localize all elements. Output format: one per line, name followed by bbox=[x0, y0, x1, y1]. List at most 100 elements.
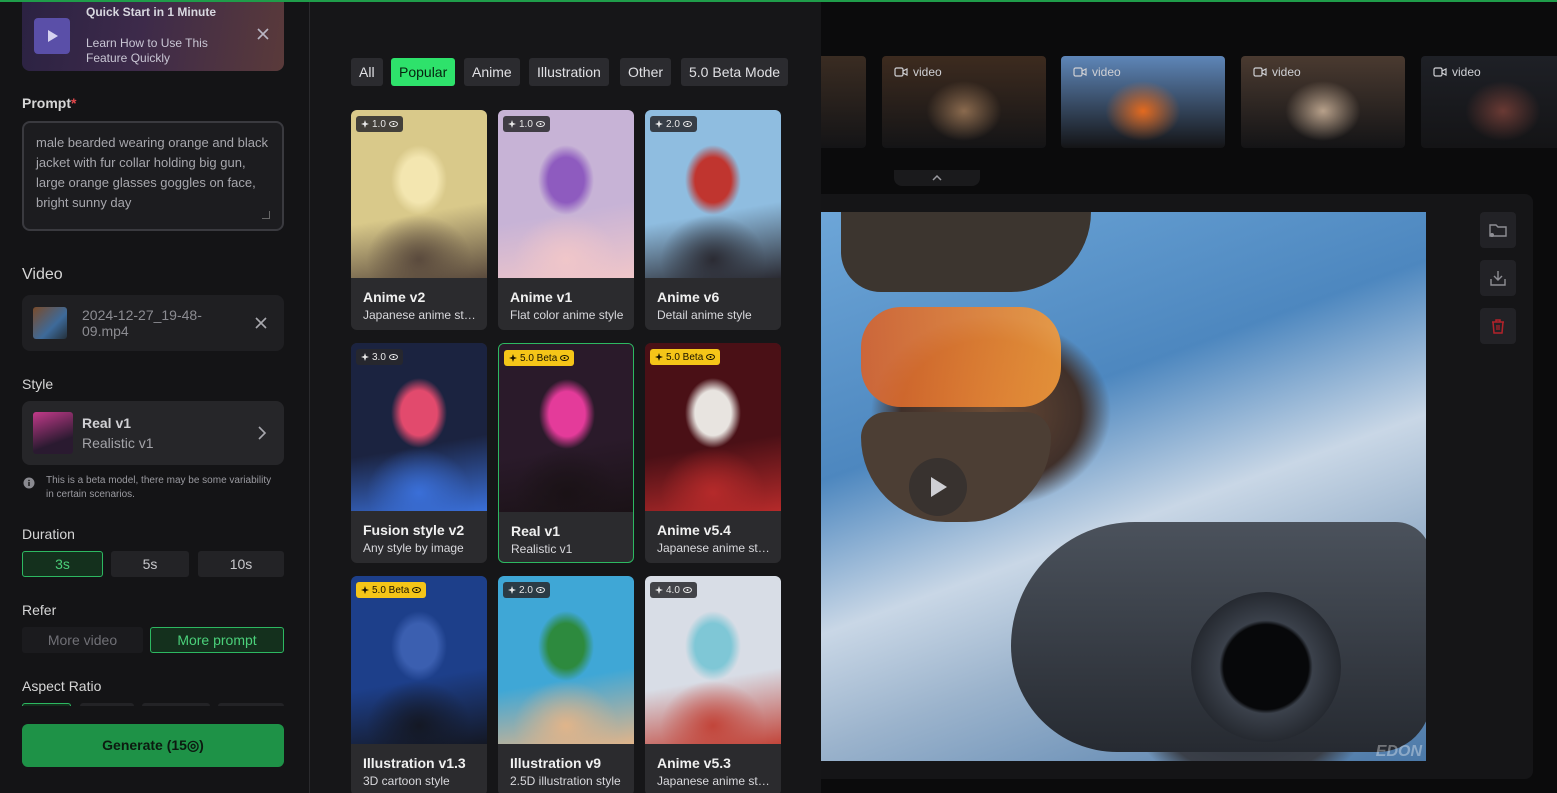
version-badge: 5.0 Beta bbox=[356, 582, 427, 598]
style-card[interactable]: 2.0 Illustration v9 2.5D illustration styl… bbox=[498, 576, 634, 793]
resize-handle[interactable] bbox=[262, 211, 270, 219]
duration-5s-button[interactable]: 5s bbox=[111, 551, 189, 577]
style-card-title: Anime v6 bbox=[657, 289, 720, 305]
video-label: Video bbox=[22, 266, 63, 283]
preview-goggles-shape bbox=[861, 307, 1061, 407]
eye-icon bbox=[535, 121, 545, 127]
version-badge: 3.0 bbox=[356, 349, 403, 365]
video-tag: video bbox=[1073, 65, 1121, 79]
play-icon[interactable] bbox=[34, 18, 70, 54]
style-label: Style bbox=[22, 376, 54, 392]
download-button[interactable] bbox=[1480, 260, 1516, 296]
video-thumbnail bbox=[33, 307, 67, 339]
style-preview-image bbox=[498, 110, 634, 278]
eye-icon bbox=[412, 587, 422, 593]
generate-button[interactable]: Generate (15◎) bbox=[22, 724, 284, 767]
sparkle-icon bbox=[655, 120, 663, 128]
quick-start-subtitle: Learn How to Use This Feature Quickly bbox=[86, 36, 208, 65]
style-selector[interactable]: Real v1 Realistic v1 bbox=[22, 401, 284, 465]
tab-5-0-beta-mode[interactable]: 5.0 Beta Mode bbox=[681, 58, 789, 86]
tab-illustration[interactable]: Illustration bbox=[529, 58, 609, 86]
eye-icon bbox=[682, 587, 692, 593]
video-file-name: 2024-12-27_19-48-09.mp4 bbox=[82, 307, 202, 339]
version-badge: 1.0 bbox=[503, 116, 550, 132]
style-card[interactable]: 2.0 Anime v6 Detail anime style bbox=[645, 110, 781, 330]
video-history-item[interactable]: video bbox=[1421, 56, 1557, 148]
close-icon[interactable] bbox=[256, 27, 270, 41]
style-card[interactable]: 1.0 Anime v1 Flat color anime style bbox=[498, 110, 634, 330]
folder-icon bbox=[1489, 224, 1507, 237]
style-card[interactable]: 5.0 Beta Illustration v1.3 3D cartoon styl… bbox=[351, 576, 487, 793]
version-text: 5.0 Beta bbox=[666, 351, 704, 363]
style-card-title: Real v1 bbox=[511, 523, 561, 539]
tab-anime[interactable]: Anime bbox=[464, 58, 520, 86]
remove-video-icon[interactable] bbox=[254, 316, 268, 330]
sparkle-icon bbox=[361, 586, 369, 594]
trash-icon bbox=[1492, 319, 1504, 334]
delete-button[interactable] bbox=[1480, 308, 1516, 344]
sparkle-icon bbox=[508, 120, 516, 128]
video-preview-panel: EDON bbox=[821, 194, 1533, 779]
style-card-title: Anime v5.3 bbox=[657, 755, 731, 771]
play-icon bbox=[931, 477, 947, 497]
style-thumbnail bbox=[33, 412, 73, 454]
version-text: 4.0 bbox=[666, 584, 680, 596]
style-preview-image bbox=[645, 110, 781, 278]
settings-sidebar: Quick Start in 1 Minute Learn How to Use… bbox=[0, 0, 309, 793]
video-tag-text: video bbox=[913, 65, 942, 79]
version-text: 3.0 bbox=[372, 351, 386, 363]
video-history-item[interactable]: video bbox=[1061, 56, 1225, 148]
style-card-title: Anime v5.4 bbox=[657, 522, 731, 538]
video-preview[interactable]: EDON bbox=[821, 212, 1426, 761]
refer-options: More video More prompt bbox=[22, 627, 284, 653]
style-name: Real v1 bbox=[82, 415, 132, 431]
video-camera-icon bbox=[1073, 67, 1087, 77]
style-card-subtitle: Realistic v1 bbox=[511, 542, 573, 556]
style-card-subtitle: Detail anime style bbox=[657, 308, 752, 322]
version-text: 2.0 bbox=[666, 118, 680, 130]
watermark: EDON bbox=[1375, 743, 1422, 760]
style-preview-image bbox=[351, 343, 487, 511]
duration-3s-button[interactable]: 3s bbox=[22, 551, 103, 577]
version-text: 2.0 bbox=[519, 584, 533, 596]
eye-icon bbox=[388, 354, 398, 360]
tab-popular[interactable]: Popular bbox=[391, 58, 456, 86]
preview-hair-shape bbox=[841, 212, 1091, 292]
style-card-subtitle: Japanese anime style bbox=[363, 308, 477, 322]
aspect-ratio-label: Aspect Ratio bbox=[22, 678, 102, 694]
style-card-subtitle: Any style by image bbox=[363, 541, 464, 555]
open-folder-button[interactable] bbox=[1480, 212, 1516, 248]
video-history-item[interactable]: video bbox=[882, 56, 1046, 148]
video-tag: video bbox=[1253, 65, 1301, 79]
style-card[interactable]: 3.0 Fusion style v2 Any style by image bbox=[351, 343, 487, 563]
prompt-label: Prompt* bbox=[22, 95, 77, 111]
version-badge: 1.0 bbox=[356, 116, 403, 132]
sparkle-icon bbox=[509, 354, 517, 362]
style-preview-image bbox=[499, 344, 633, 512]
quick-start-banner[interactable]: Quick Start in 1 Minute Learn How to Use… bbox=[22, 0, 284, 71]
more-video-button[interactable]: More video bbox=[22, 627, 143, 653]
style-card[interactable]: 1.0 Anime v2 Japanese anime style bbox=[351, 110, 487, 330]
version-badge: 2.0 bbox=[650, 116, 697, 132]
duration-label: Duration bbox=[22, 526, 75, 542]
prompt-input[interactable]: male bearded wearing orange and black ja… bbox=[22, 121, 284, 231]
eye-icon bbox=[706, 354, 716, 360]
collapse-strip-button[interactable] bbox=[894, 170, 980, 186]
tab-all[interactable]: All bbox=[351, 58, 383, 86]
tab-other[interactable]: Other bbox=[620, 58, 672, 86]
style-card-subtitle: Japanese anime style bbox=[657, 774, 771, 788]
chevron-up-icon bbox=[932, 174, 942, 181]
style-card-title: Fusion style v2 bbox=[363, 522, 465, 538]
style-card[interactable]: 5.0 Beta Real v1 Realistic v1 bbox=[498, 343, 634, 563]
play-button[interactable] bbox=[909, 458, 967, 516]
style-card[interactable]: 5.0 Beta Anime v5.4 Japanese anime style bbox=[645, 343, 781, 563]
video-history-strip: video video video video bbox=[702, 56, 1557, 148]
style-preview-image bbox=[645, 343, 781, 511]
sparkle-icon bbox=[655, 586, 663, 594]
duration-10s-button[interactable]: 10s bbox=[198, 551, 284, 577]
more-prompt-button[interactable]: More prompt bbox=[150, 627, 284, 653]
video-history-item[interactable]: video bbox=[1241, 56, 1405, 148]
video-tag: video bbox=[894, 65, 942, 79]
style-card[interactable]: 4.0 Anime v5.3 Japanese anime style bbox=[645, 576, 781, 793]
style-card-title: Illustration v1.3 bbox=[363, 755, 466, 771]
